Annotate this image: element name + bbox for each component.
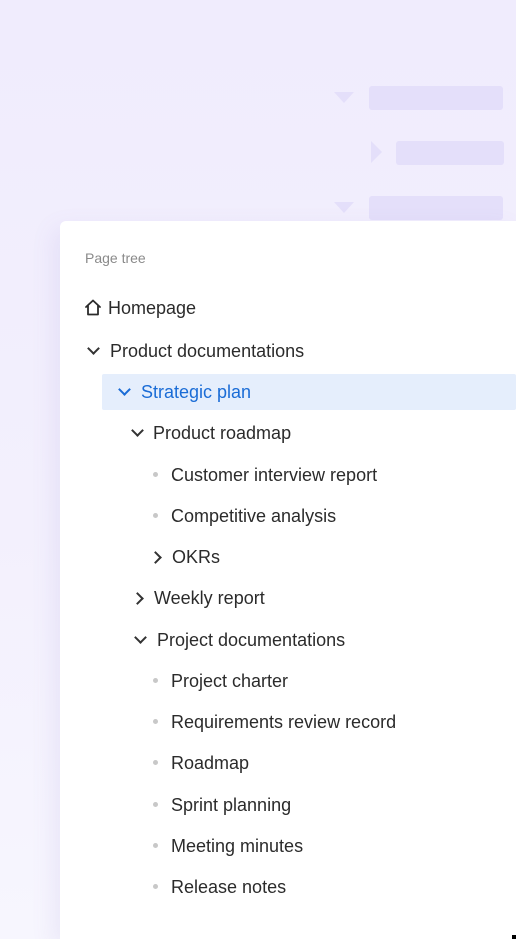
tree-item-label: Homepage [108, 297, 197, 318]
chevron-down-icon[interactable] [131, 424, 144, 437]
tree-item-label: Project charter [171, 670, 289, 691]
chevron-down-icon[interactable] [118, 383, 131, 396]
tree-item-label: Product roadmap [153, 422, 292, 443]
bullet-dot-icon [153, 802, 158, 807]
deco-caret-right-icon [371, 141, 382, 163]
deco-bar [369, 196, 503, 220]
chevron-right-icon[interactable] [131, 592, 144, 605]
tree-item-customer-interview-report[interactable]: Customer interview report [60, 457, 516, 493]
tree-item-project-documentations[interactable]: Project documentations [60, 622, 516, 658]
bullet-dot-icon [153, 843, 158, 848]
bullet-dot-icon [153, 760, 158, 765]
tree-item-strategic-plan[interactable]: Strategic plan [102, 374, 516, 410]
tree-item-label: Release notes [171, 876, 287, 897]
tree-item-competitive-analysis[interactable]: Competitive analysis [60, 498, 516, 534]
tree-item-product-roadmap[interactable]: Product roadmap [60, 415, 516, 451]
bullet-dot-icon [153, 513, 158, 518]
tree-item-meeting-minutes[interactable]: Meeting minutes [60, 828, 516, 864]
tree-item-label: Competitive analysis [171, 505, 337, 526]
corner-mark [512, 935, 516, 939]
tree-item-roadmap[interactable]: Roadmap [60, 745, 516, 781]
tree-item-label: Meeting minutes [171, 835, 304, 856]
tree-item-label: OKRs [172, 546, 221, 567]
home-icon [85, 299, 101, 316]
deco-caret-down-icon [334, 92, 354, 103]
deco-caret-down-icon [334, 202, 354, 213]
tree-item-requirements-review-record[interactable]: Requirements review record [60, 704, 516, 740]
page-tree-panel: Page tree Homepage Product documentation… [60, 221, 516, 939]
bullet-dot-icon [153, 884, 158, 889]
tree-item-homepage[interactable]: Homepage [60, 290, 516, 326]
panel-title: Page tree [85, 250, 146, 266]
deco-bar [396, 141, 504, 165]
bullet-dot-icon [153, 678, 158, 683]
bullet-dot-icon [153, 719, 158, 724]
chevron-down-icon[interactable] [87, 342, 100, 355]
tree-item-label: Strategic plan [141, 381, 252, 402]
bullet-dot-icon [153, 472, 158, 477]
tree-item-label: Sprint planning [171, 794, 292, 815]
tree-item-label: Requirements review record [171, 711, 397, 732]
tree-item-product-documentations[interactable]: Product documentations [60, 333, 516, 369]
deco-bar [369, 86, 503, 110]
chevron-right-icon[interactable] [149, 551, 162, 564]
tree-item-sprint-planning[interactable]: Sprint planning [60, 787, 516, 823]
tree-item-okrs[interactable]: OKRs [60, 539, 516, 575]
tree-item-project-charter[interactable]: Project charter [60, 663, 516, 699]
tree-item-release-notes[interactable]: Release notes [60, 869, 516, 905]
tree-item-label: Customer interview report [171, 464, 378, 485]
tree-item-label: Roadmap [171, 752, 250, 773]
background-decoration [0, 0, 516, 221]
tree-item-label: Product documentations [110, 340, 305, 361]
tree-item-weekly-report[interactable]: Weekly report [60, 580, 516, 616]
tree-item-label: Project documentations [157, 629, 346, 650]
tree-item-label: Weekly report [154, 587, 265, 608]
chevron-down-icon[interactable] [134, 631, 147, 644]
